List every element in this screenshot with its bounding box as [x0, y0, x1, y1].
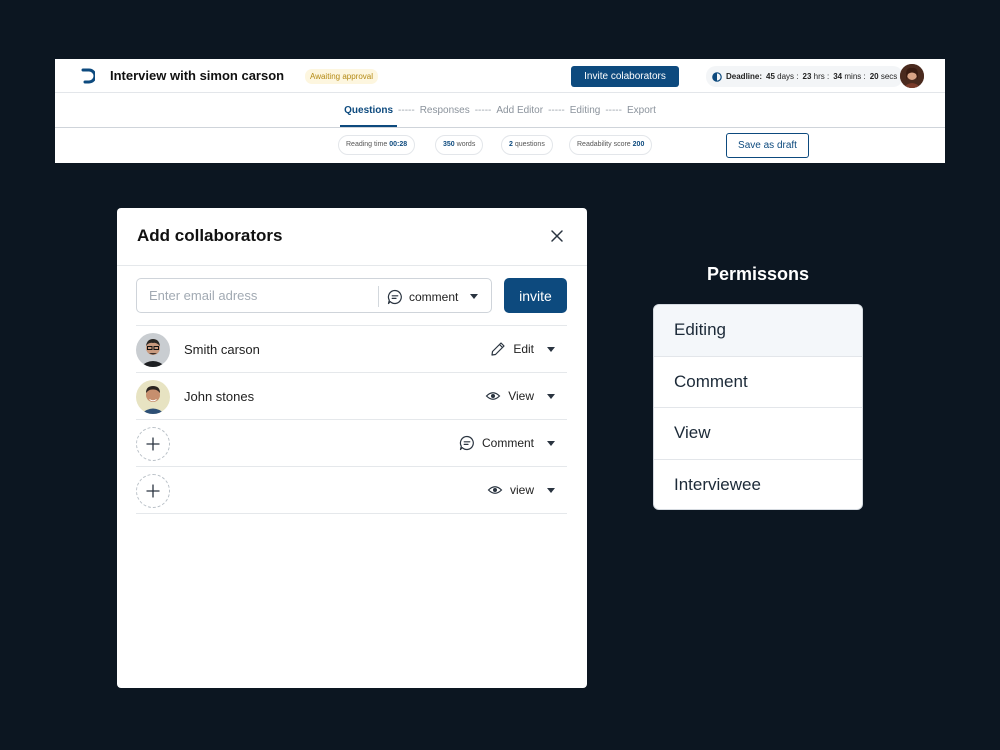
steps-row: Questions ----- Responses ----- Add Edit…: [55, 93, 945, 128]
save-as-draft-button[interactable]: Save as draft: [726, 133, 809, 158]
app-logo-icon[interactable]: [79, 68, 95, 84]
document-title: Interview with simon carson: [110, 68, 285, 83]
invite-collaborators-button[interactable]: Invite colaborators: [571, 66, 679, 87]
deadline-mins: 34: [833, 72, 843, 81]
permission-option-interviewee[interactable]: Interviewee: [654, 460, 862, 510]
stats-row: Reading time 00:28 350 words 2 questions…: [55, 128, 945, 163]
permissions-dropdown-menu: Editing Comment View Interviewee: [653, 304, 863, 510]
close-icon: [551, 230, 563, 242]
reading-time-pill: Reading time 00:28: [338, 135, 416, 155]
plus-icon: [146, 484, 160, 498]
collaborator-permission-label: Comment: [481, 436, 534, 450]
eye-icon: [487, 486, 503, 494]
collaborator-name: Smith carson: [184, 342, 260, 357]
collaborator-permission-label: Edit: [513, 342, 534, 356]
collaborator-permission-select[interactable]: View: [485, 388, 555, 404]
plus-icon: [146, 437, 160, 451]
permission-option-comment[interactable]: Comment: [654, 357, 862, 408]
editor-header: Interview with simon carson Awaiting app…: [55, 59, 945, 163]
add-collaborator-slot[interactable]: [136, 474, 170, 508]
step-editing[interactable]: Editing: [568, 105, 603, 116]
permission-option-editing[interactable]: Editing: [654, 305, 862, 357]
user-avatar[interactable]: [900, 64, 924, 88]
step-separator: -----: [605, 104, 622, 116]
step-add-editor[interactable]: Add Editor: [494, 105, 545, 116]
field-divider: [378, 286, 379, 307]
step-separator: -----: [548, 104, 565, 116]
user-avatar-image: [900, 64, 924, 88]
chevron-down-icon: [547, 346, 555, 352]
step-separator: -----: [474, 104, 492, 116]
collaborator-row-empty: Comment: [136, 420, 567, 467]
collaborator-row-empty: view: [136, 467, 567, 514]
collaborator-permission-select[interactable]: Edit: [490, 341, 555, 357]
add-collaborator-slot[interactable]: [136, 427, 170, 461]
deadline-hrs: 23: [802, 72, 812, 81]
eye-icon: [485, 392, 501, 400]
deadline-days: 45: [766, 72, 775, 81]
half-circle-clock-icon: [712, 71, 722, 82]
collaborator-avatar: [136, 380, 170, 414]
modal-header: Add collaborators: [117, 208, 587, 266]
word-count-pill: 350 words: [435, 135, 484, 155]
deadline-label: Deadline:: [726, 72, 763, 81]
avatar-image: [136, 333, 170, 367]
collaborator-row: Smith carson Edit: [136, 326, 567, 373]
deadline-secs: 20: [869, 72, 879, 81]
collaborator-row: John stones View: [136, 373, 567, 420]
step-separator: -----: [398, 104, 415, 116]
collaborator-permission-select[interactable]: view: [487, 482, 555, 498]
collaborator-list: Smith carson Edit John stones View Comme…: [136, 325, 567, 514]
comment-icon: [459, 435, 474, 451]
permission-select[interactable]: comment: [387, 286, 479, 307]
chevron-down-icon: [547, 393, 555, 399]
permission-select-value: comment: [409, 289, 459, 304]
avatar-image: [136, 380, 170, 414]
status-badge: Awaiting approval: [305, 69, 379, 84]
chevron-down-icon: [547, 440, 555, 446]
collaborator-permission-label: View: [508, 389, 534, 403]
add-collaborators-modal: Add collaborators comment invite: [117, 208, 587, 688]
permission-option-view[interactable]: View: [654, 408, 862, 460]
question-count-pill: 2 questions: [501, 135, 553, 155]
step-questions[interactable]: Questions: [340, 105, 397, 127]
pencil-icon: [491, 342, 505, 356]
step-responses[interactable]: Responses: [418, 105, 472, 116]
step-export[interactable]: Export: [625, 105, 658, 116]
modal-title: Add collaborators: [137, 226, 283, 245]
collaborator-permission-label: view: [509, 483, 534, 497]
chevron-down-icon: [547, 487, 555, 493]
header-row-title: Interview with simon carson Awaiting app…: [55, 59, 945, 93]
collaborator-name: John stones: [184, 389, 255, 404]
permissions-heading: Permissons: [706, 264, 810, 284]
chevron-down-icon: [470, 294, 479, 299]
collaborator-avatar: [136, 333, 170, 367]
close-modal-button[interactable]: [549, 228, 565, 244]
comment-icon: [387, 289, 402, 304]
email-input[interactable]: [138, 280, 376, 311]
collaborator-permission-select[interactable]: Comment: [459, 435, 555, 451]
invite-form: comment invite: [136, 278, 567, 314]
invite-button[interactable]: invite: [504, 278, 567, 313]
email-field-container: comment: [136, 278, 492, 313]
deadline-countdown: Deadline: 45 days : 23 hrs : 34 mins : 2…: [706, 66, 904, 87]
readability-score-pill: Readability score 200: [569, 135, 653, 155]
workflow-steps: Questions ----- Responses ----- Add Edit…: [340, 104, 658, 127]
